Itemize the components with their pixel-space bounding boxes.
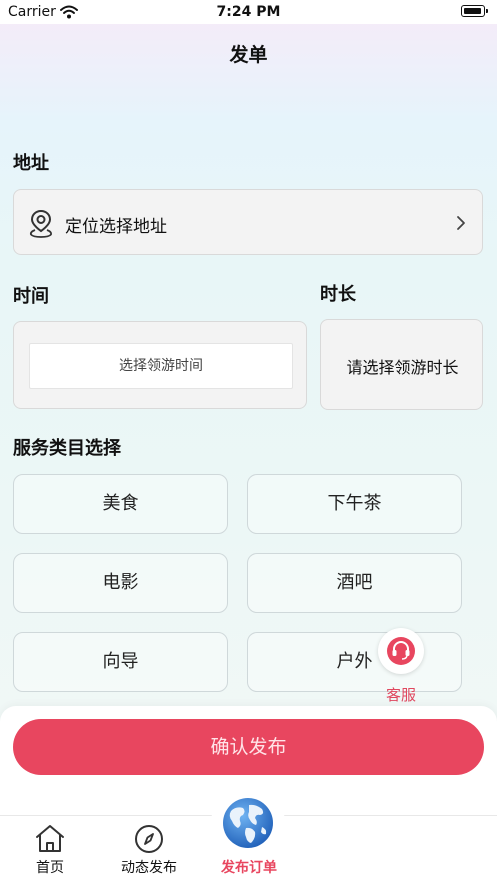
services-label: 服务类目选择 xyxy=(13,438,121,459)
address-selector[interactable]: 定位选择地址 xyxy=(13,189,483,255)
tab-home-label: 首页 xyxy=(36,860,64,876)
compass-icon xyxy=(133,823,165,859)
tab-post-moments-label: 动态发布 xyxy=(121,860,177,876)
duration-placeholder: 请选择领游时长 xyxy=(346,358,459,377)
category-outdoor-button[interactable]: 户外 xyxy=(247,632,462,692)
duration-picker[interactable]: 请选择领游时长 xyxy=(320,319,483,410)
confirm-publish-button[interactable]: 确认发布 xyxy=(13,719,484,775)
time-card: 选择领游时间 xyxy=(13,321,307,409)
duration-label: 时长 xyxy=(320,284,356,305)
status-bar: Carrier 7:24 PM xyxy=(0,0,497,24)
status-time: 7:24 PM xyxy=(216,4,281,20)
tab-home[interactable]: 首页 xyxy=(18,816,82,883)
category-food-button[interactable]: 美食 xyxy=(13,474,228,534)
page-title: 发单 xyxy=(229,44,268,66)
time-picker-input[interactable]: 选择领游时间 xyxy=(29,343,293,389)
category-movie-button[interactable]: 电影 xyxy=(13,553,228,613)
chevron-right-icon xyxy=(456,215,466,235)
customer-service-label[interactable]: 客服 xyxy=(370,684,432,705)
category-guide-button[interactable]: 向导 xyxy=(13,632,228,692)
customer-service-button[interactable] xyxy=(378,628,424,674)
home-icon xyxy=(34,823,66,857)
category-bar-button[interactable]: 酒吧 xyxy=(247,553,462,613)
category-afternoon-tea-button[interactable]: 下午茶 xyxy=(247,474,462,534)
time-label: 时间 xyxy=(13,286,49,307)
address-label: 地址 xyxy=(13,153,49,174)
tab-post-moments[interactable]: 动态发布 xyxy=(104,816,194,883)
headset-icon xyxy=(386,636,416,670)
location-pin-icon xyxy=(28,209,54,243)
battery-icon xyxy=(461,5,488,17)
globe-icon xyxy=(222,797,274,853)
tab-post-order-label: 发布订单 xyxy=(221,860,277,876)
address-placeholder: 定位选择地址 xyxy=(65,217,167,237)
post-order-center-button[interactable] xyxy=(211,786,285,860)
